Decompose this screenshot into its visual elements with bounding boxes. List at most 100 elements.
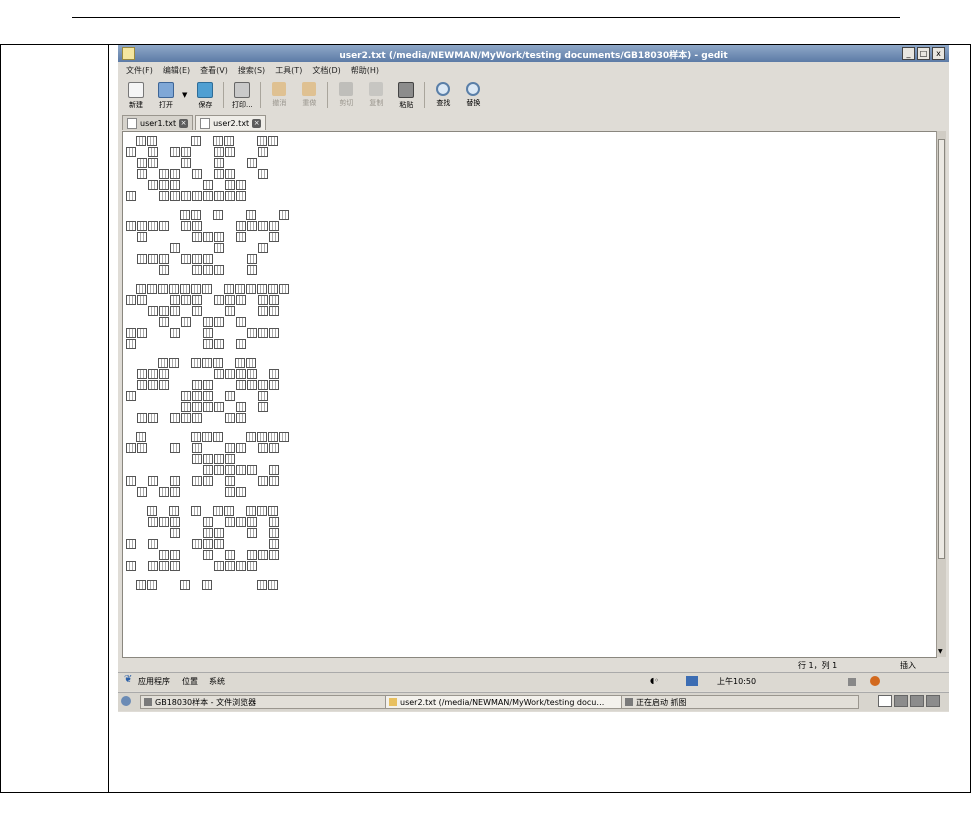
missing-glyph-box [214, 180, 224, 190]
missing-glyph-box [247, 147, 257, 157]
missing-glyph-box [170, 413, 180, 423]
missing-glyph-box [191, 432, 201, 442]
paragraph [126, 136, 936, 202]
copy-button[interactable]: 复制 [362, 79, 390, 108]
applications-menu[interactable]: 应用程序 [138, 676, 170, 687]
undo-button[interactable]: 撤消 [265, 79, 293, 108]
tab-user1[interactable]: user1.txt × [122, 115, 194, 130]
foot-menu-icon[interactable]: ❦ [124, 674, 132, 685]
menu-view[interactable]: 查看(V) [200, 65, 228, 76]
paste-button[interactable]: 粘贴 [392, 79, 420, 110]
menu-tools[interactable]: 工具(T) [275, 65, 302, 76]
find-button[interactable]: 查找 [429, 79, 457, 108]
text-editor[interactable] [122, 131, 937, 658]
missing-glyph-box [258, 158, 268, 168]
missing-glyph-box [148, 317, 158, 327]
missing-glyph-box [148, 528, 158, 538]
show-desktop-icon[interactable] [121, 696, 131, 706]
missing-glyph-box [169, 506, 179, 516]
missing-glyph-box [236, 539, 246, 549]
cut-button[interactable]: 剪切 [332, 79, 360, 108]
save-button[interactable]: 保存 [191, 79, 219, 110]
workspace-3[interactable] [910, 695, 924, 707]
missing-glyph-box [202, 506, 212, 516]
text-line [126, 243, 936, 254]
close-button[interactable]: x [932, 47, 945, 60]
missing-glyph-box [148, 476, 158, 486]
minimize-button[interactable]: _ [902, 47, 915, 60]
places-menu[interactable]: 位置 [182, 676, 198, 687]
missing-glyph-box [192, 306, 202, 316]
missing-glyph-box [279, 506, 289, 516]
missing-glyph-box [159, 339, 169, 349]
text-line [126, 432, 936, 443]
missing-glyph-box [137, 528, 147, 538]
missing-glyph-box [203, 550, 213, 560]
notification-icon[interactable] [848, 678, 856, 686]
missing-glyph-box [246, 432, 256, 442]
missing-glyph-box [247, 243, 257, 253]
maximize-button[interactable]: □ [917, 47, 930, 60]
missing-glyph-box [126, 517, 136, 527]
menu-search[interactable]: 搜索(S) [238, 65, 265, 76]
missing-glyph-box [148, 561, 158, 571]
workspace-2[interactable] [894, 695, 908, 707]
missing-glyph-box [158, 284, 168, 294]
scrollbar-thumb[interactable] [938, 139, 945, 559]
missing-glyph-box [137, 295, 147, 305]
missing-glyph-box [247, 339, 257, 349]
open-recent-dropdown-icon[interactable]: ▼ [182, 91, 187, 99]
missing-glyph-box [235, 506, 245, 516]
task-screenshot[interactable]: 正在启动 抓图 [621, 695, 859, 709]
workspace-1[interactable] [878, 695, 892, 707]
missing-glyph-box [181, 454, 191, 464]
clock[interactable]: 上午10:50 [717, 676, 756, 687]
menu-documents[interactable]: 文档(D) [312, 65, 340, 76]
new-button[interactable]: 新建 [122, 79, 150, 110]
open-button[interactable]: 打开 [152, 79, 180, 110]
task-file-browser[interactable]: GB18030样本 - 文件浏览器 [140, 695, 388, 709]
missing-glyph-box [126, 476, 136, 486]
update-icon[interactable] [870, 676, 880, 686]
window-titlebar[interactable]: user2.txt (/media/NEWMAN/MyWork/testing … [118, 45, 949, 62]
gnome-bottom-panel: GB18030样本 - 文件浏览器 user2.txt (/media/NEWM… [118, 692, 949, 711]
menu-help[interactable]: 帮助(H) [351, 65, 379, 76]
close-tab-icon[interactable]: × [252, 118, 262, 128]
missing-glyph-box [225, 561, 235, 571]
redo-button[interactable]: 重做 [295, 79, 323, 108]
tab-user2[interactable]: user2.txt × [195, 115, 267, 130]
toolbar: 新建 打开 ▼ 保存 打印... 撤消 重做 剪切 复制 粘贴 查找 替换 [118, 79, 949, 113]
network-icon[interactable] [686, 676, 698, 686]
workspace-4[interactable] [926, 695, 940, 707]
vertical-scrollbar[interactable]: ▼ [936, 131, 946, 657]
missing-glyph-box [159, 180, 169, 190]
scroll-down-arrow-icon[interactable]: ▼ [938, 648, 943, 655]
menu-file[interactable]: 文件(F) [126, 65, 153, 76]
missing-glyph-box [159, 528, 169, 538]
missing-glyph-box [279, 432, 289, 442]
missing-glyph-box [159, 487, 169, 497]
missing-glyph-box [203, 454, 213, 464]
system-menu[interactable]: 系统 [209, 676, 225, 687]
missing-glyph-box [192, 402, 202, 412]
missing-glyph-box [169, 358, 179, 368]
missing-glyph-box [258, 476, 268, 486]
open-folder-icon [158, 82, 174, 98]
missing-glyph-box [181, 528, 191, 538]
close-tab-icon[interactable]: × [179, 118, 189, 128]
missing-glyph-box [203, 539, 213, 549]
gedit-icon [389, 698, 397, 706]
missing-glyph-box [247, 158, 257, 168]
missing-glyph-box [159, 265, 169, 275]
print-button[interactable]: 打印... [228, 79, 256, 110]
menu-edit[interactable]: 编辑(E) [163, 65, 190, 76]
missing-glyph-box [126, 391, 136, 401]
missing-glyph-box [213, 432, 223, 442]
missing-glyph-box [148, 147, 158, 157]
task-gedit[interactable]: user2.txt (/media/NEWMAN/MyWork/testing … [385, 695, 623, 709]
text-line [126, 443, 936, 454]
missing-glyph-box [147, 580, 157, 590]
replace-button[interactable]: 替换 [459, 79, 487, 108]
missing-glyph-box [181, 169, 191, 179]
volume-icon[interactable]: ◖◦ [650, 676, 659, 685]
